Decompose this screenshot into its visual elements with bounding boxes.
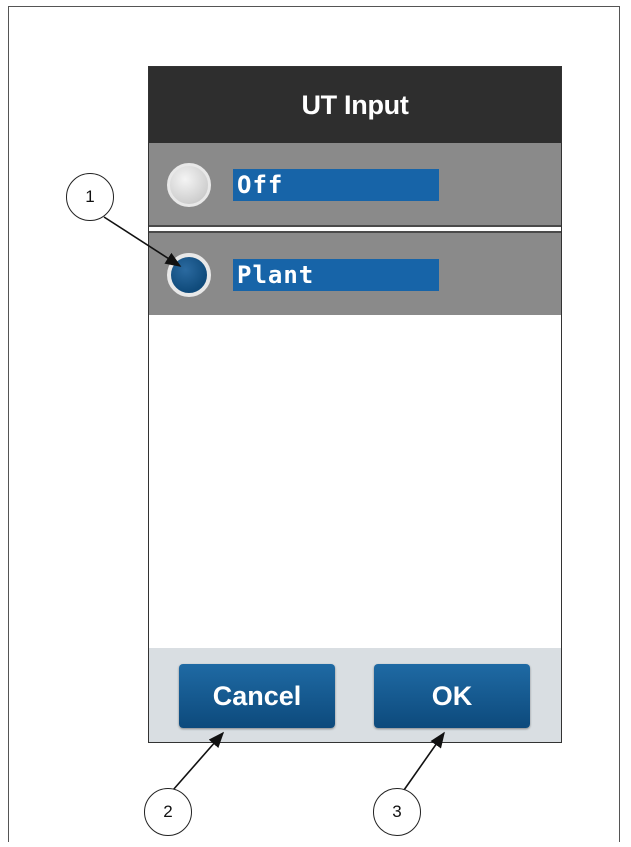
callout-2: 2 [144,788,192,836]
callout-2-leader [172,731,225,791]
callout-1: 1 [66,173,114,221]
callout-3: 3 [373,788,421,836]
callout-3-leader [403,731,445,791]
callout-leader-lines [103,216,445,791]
callout-1-leader [103,216,182,267]
